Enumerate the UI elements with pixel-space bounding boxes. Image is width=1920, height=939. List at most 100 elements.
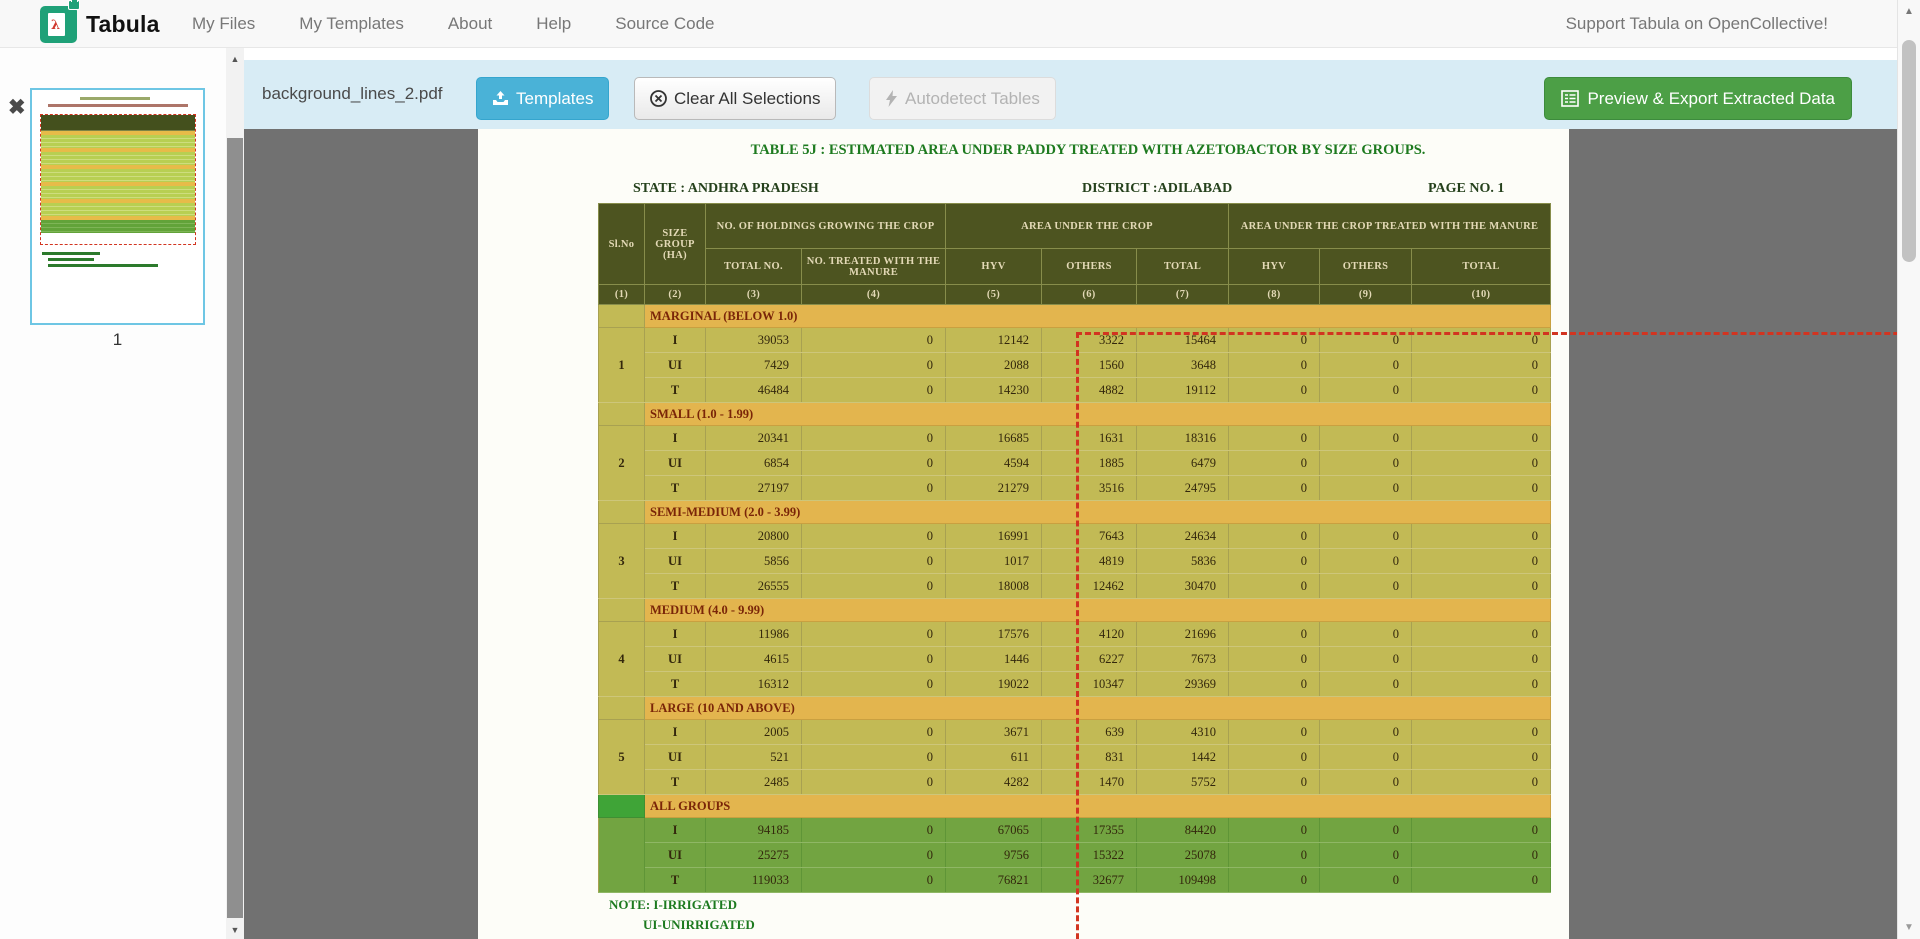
window-scrollbar[interactable]: ▲ ▼ bbox=[1897, 0, 1920, 939]
header-col-number: (5) bbox=[946, 285, 1042, 305]
nav-item-source-code[interactable]: Source Code bbox=[615, 14, 714, 34]
header-sub: HYV bbox=[1229, 249, 1320, 285]
brand-name: Tabula bbox=[86, 11, 160, 38]
pdf-note-line: UI-UNIRRIGATED bbox=[643, 917, 755, 933]
window-scrollbar-thumb[interactable] bbox=[1902, 40, 1916, 262]
pdf-table-body: MARGINAL (BELOW 1.0)1I390530121423322154… bbox=[599, 305, 1551, 893]
value-cell: 0 bbox=[802, 672, 946, 697]
value-cell: 0 bbox=[1320, 524, 1412, 549]
table-data-row: UI68540459418856479000 bbox=[599, 451, 1551, 476]
value-cell: 0 bbox=[1412, 378, 1551, 403]
value-cell: 0 bbox=[802, 328, 946, 353]
nav-item-about[interactable]: About bbox=[448, 14, 492, 34]
value-cell: 4615 bbox=[706, 647, 802, 672]
scroll-down-icon[interactable]: ▼ bbox=[226, 925, 244, 935]
value-cell: 0 bbox=[1320, 328, 1412, 353]
thumb-note-line bbox=[48, 258, 94, 261]
value-cell: 611 bbox=[946, 745, 1042, 770]
value-cell: 0 bbox=[1229, 622, 1320, 647]
row-type-cell: T bbox=[645, 672, 706, 697]
toolbar: background_lines_2.pdf Templates Clear A… bbox=[244, 60, 1900, 129]
sidebar-scrollbar-thumb[interactable] bbox=[227, 138, 243, 918]
templates-button[interactable]: Templates bbox=[476, 77, 609, 120]
scroll-up-icon[interactable]: ▲ bbox=[226, 54, 244, 64]
clear-selections-label: Clear All Selections bbox=[674, 89, 820, 109]
header-col-number: (4) bbox=[802, 285, 946, 305]
value-cell: 0 bbox=[1229, 720, 1320, 745]
preview-export-button[interactable]: Preview & Export Extracted Data bbox=[1544, 77, 1852, 120]
pdf-table-title: TABLE 5J : ESTIMATED AREA UNDER PADDY TR… bbox=[658, 142, 1518, 159]
scroll-up-icon[interactable]: ▲ bbox=[1898, 6, 1920, 17]
nav-item-my-templates[interactable]: My Templates bbox=[299, 14, 404, 34]
table-data-row: T46484014230488219112000 bbox=[599, 378, 1551, 403]
pdf-page[interactable]: TABLE 5J : ESTIMATED AREA UNDER PADDY TR… bbox=[478, 129, 1569, 939]
value-cell: 0 bbox=[802, 622, 946, 647]
value-cell: 0 bbox=[802, 770, 946, 795]
row-type-cell: I bbox=[645, 622, 706, 647]
section-slno-cell bbox=[599, 697, 645, 720]
table-data-row: T24850428214705752000 bbox=[599, 770, 1551, 795]
value-cell: 0 bbox=[1320, 622, 1412, 647]
value-cell: 7429 bbox=[706, 353, 802, 378]
value-cell: 0 bbox=[1412, 843, 1551, 868]
table-data-row: T11903307682132677109498000 bbox=[599, 868, 1551, 893]
table-data-row: UI52106118311442000 bbox=[599, 745, 1551, 770]
value-cell: 11986 bbox=[706, 622, 802, 647]
table-data-row: T265550180081246230470000 bbox=[599, 574, 1551, 599]
value-cell: 0 bbox=[802, 574, 946, 599]
value-cell: 0 bbox=[1229, 574, 1320, 599]
table-section-band-row: LARGE (10 AND ABOVE) bbox=[599, 697, 1551, 720]
value-cell: 0 bbox=[1229, 549, 1320, 574]
slno-cell: 5 bbox=[599, 720, 645, 795]
value-cell: 2485 bbox=[706, 770, 802, 795]
value-cell: 0 bbox=[1320, 868, 1412, 893]
value-cell: 0 bbox=[802, 524, 946, 549]
pdf-page-number-label: PAGE NO. 1 bbox=[1428, 181, 1504, 197]
value-cell: 0 bbox=[1320, 574, 1412, 599]
value-cell: 3648 bbox=[1137, 353, 1229, 378]
row-type-cell: UI bbox=[645, 647, 706, 672]
value-cell: 12142 bbox=[946, 328, 1042, 353]
value-cell: 0 bbox=[802, 720, 946, 745]
table-section-band-row: MARGINAL (BELOW 1.0) bbox=[599, 305, 1551, 328]
preview-export-label: Preview & Export Extracted Data bbox=[1587, 89, 1835, 109]
value-cell: 4120 bbox=[1042, 622, 1137, 647]
value-cell: 21696 bbox=[1137, 622, 1229, 647]
value-cell: 0 bbox=[1412, 622, 1551, 647]
header-slno: Sl.No bbox=[599, 204, 645, 285]
nav-links: My Files My Templates About Help Source … bbox=[192, 0, 714, 48]
nav-item-help[interactable]: Help bbox=[536, 14, 571, 34]
support-link[interactable]: Support Tabula on OpenCollective! bbox=[1566, 14, 1828, 34]
autodetect-tables-button[interactable]: Autodetect Tables bbox=[869, 77, 1056, 120]
table-data-row: T163120190221034729369000 bbox=[599, 672, 1551, 697]
value-cell: 25078 bbox=[1137, 843, 1229, 868]
row-type-cell: I bbox=[645, 328, 706, 353]
scroll-down-icon[interactable]: ▼ bbox=[1898, 922, 1920, 933]
value-cell: 3516 bbox=[1042, 476, 1137, 501]
row-type-cell: UI bbox=[645, 843, 706, 868]
value-cell: 0 bbox=[1320, 745, 1412, 770]
clear-all-selections-button[interactable]: Clear All Selections bbox=[634, 77, 836, 120]
value-cell: 25275 bbox=[706, 843, 802, 868]
table-section-band-row: MEDIUM (4.0 - 9.99) bbox=[599, 599, 1551, 622]
app-logo[interactable]: λ Tabula bbox=[40, 6, 160, 43]
value-cell: 0 bbox=[802, 843, 946, 868]
value-cell: 14230 bbox=[946, 378, 1042, 403]
value-cell: 0 bbox=[1229, 426, 1320, 451]
row-type-cell: I bbox=[645, 818, 706, 843]
page-thumbnail[interactable] bbox=[30, 88, 205, 325]
value-cell: 0 bbox=[1229, 647, 1320, 672]
sidebar-scrollbar[interactable]: ▲ ▼ bbox=[226, 48, 244, 939]
remove-page-icon[interactable]: ✖ bbox=[8, 98, 26, 118]
row-type-cell: UI bbox=[645, 745, 706, 770]
value-cell: 0 bbox=[802, 549, 946, 574]
pdf-note-line: NOTE: I-IRRIGATED bbox=[609, 897, 737, 913]
value-cell: 639 bbox=[1042, 720, 1137, 745]
value-cell: 0 bbox=[1412, 745, 1551, 770]
section-slno-cell bbox=[599, 403, 645, 426]
value-cell: 4819 bbox=[1042, 549, 1137, 574]
nav-item-my-files[interactable]: My Files bbox=[192, 14, 255, 34]
header-sub: HYV bbox=[946, 249, 1042, 285]
section-label-cell: MEDIUM (4.0 - 9.99) bbox=[645, 599, 1551, 622]
value-cell: 16685 bbox=[946, 426, 1042, 451]
